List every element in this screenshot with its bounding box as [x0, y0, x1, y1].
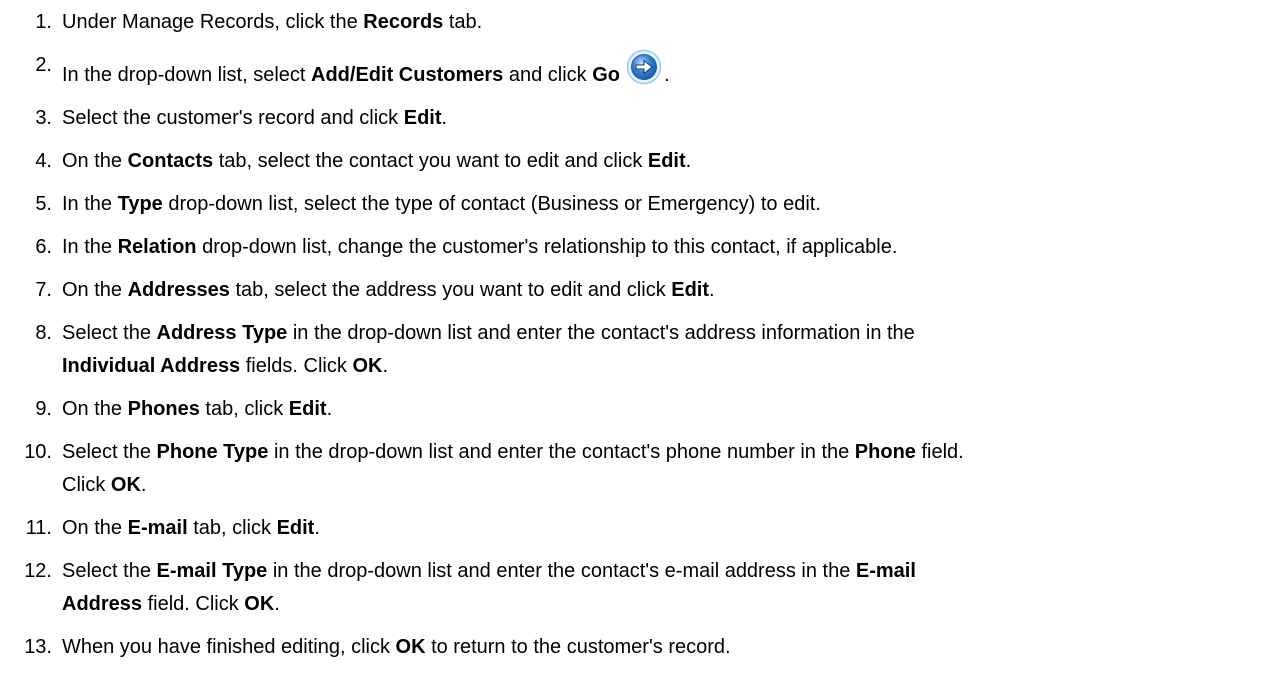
- ui-term: Address Type: [156, 322, 288, 344]
- ui-term: E-mail: [127, 517, 188, 539]
- step-number: 13.: [24, 636, 52, 658]
- step-text: When you have finished editing, click: [62, 636, 396, 658]
- step-number: 7.: [35, 279, 52, 301]
- step-text: Select the: [62, 322, 157, 344]
- step-text: .: [709, 279, 715, 301]
- step-item: 7. On the Addresses tab, select the addre…: [0, 274, 1278, 307]
- ui-term: Individual Address: [62, 355, 241, 377]
- step-line: Individual Address fields. Click OK.: [62, 350, 1278, 383]
- step-number: 10.: [24, 441, 52, 463]
- ui-term: OK: [110, 474, 141, 496]
- step-line: Select the E-mail Type in the drop-down …: [62, 555, 1278, 588]
- step-number: 2.: [35, 54, 52, 76]
- ui-term: Edit: [647, 150, 686, 172]
- ui-term: Add/Edit Customers: [311, 64, 504, 86]
- ui-term: Edit: [671, 279, 710, 301]
- step-text: In the drop-down list, select: [62, 64, 312, 86]
- step-number: 6.: [35, 236, 52, 258]
- step-item: 13. When you have finished editing, click…: [0, 631, 1278, 664]
- ui-term: Records: [363, 11, 444, 33]
- step-text: On the: [62, 150, 128, 172]
- ui-term: Edit: [288, 398, 327, 420]
- step-item: 12. Select the E-mail Type in the drop-do…: [0, 555, 1278, 621]
- step-text: drop-down list, select the type of conta…: [162, 193, 821, 215]
- step-item: 6. In the Relation drop-down list, change…: [0, 231, 1278, 264]
- step-text: .: [326, 398, 333, 420]
- ui-term: Edit: [403, 107, 442, 129]
- step-text: .: [685, 150, 692, 172]
- step-text: .: [663, 64, 670, 86]
- step-item: 3. Select the customer's record and click…: [0, 102, 1278, 135]
- step-number: 8.: [35, 322, 52, 344]
- ui-term: OK: [352, 355, 383, 377]
- ui-term: Phone: [854, 441, 916, 463]
- step-item: 5. In the Type drop-down list, select the…: [0, 188, 1278, 221]
- ui-term: Type: [117, 193, 163, 215]
- step-item: 9. On the Phones tab, click Edit.: [0, 393, 1278, 426]
- step-text: tab, click: [199, 398, 289, 420]
- instruction-steps-list: 1. Under Manage Records, click the Record…: [0, 6, 1278, 674]
- step-text: tab, select the address you want to edit…: [229, 279, 672, 301]
- step-number: 11.: [25, 517, 52, 539]
- step-text: tab, click: [187, 517, 277, 539]
- ui-term: E-mail: [855, 560, 916, 582]
- step-item: 8. Select the Address Type in the drop-do…: [0, 317, 1278, 383]
- step-text: On the: [62, 517, 128, 539]
- step-item: 4. On the Contacts tab, select the contac…: [0, 145, 1278, 178]
- ui-term: Phones: [127, 398, 200, 420]
- step-text: Under Manage Records, click the: [62, 11, 364, 33]
- step-text: tab, select the contact you want to edit…: [213, 150, 648, 172]
- step-number: 9.: [35, 398, 52, 420]
- ui-term: OK: [244, 593, 275, 615]
- ui-term: Relation: [117, 236, 197, 258]
- step-text: and click: [503, 64, 593, 86]
- step-text: Select the: [62, 441, 157, 463]
- step-text: On the: [62, 398, 128, 420]
- step-line: Select the Address Type in the drop-down…: [62, 317, 1278, 350]
- step-text: field.: [915, 441, 964, 463]
- ui-term: Contacts: [127, 150, 214, 172]
- step-line: Click OK.: [62, 469, 1278, 502]
- step-item: 1. Under Manage Records, click the Record…: [0, 6, 1278, 39]
- ui-term: Go: [592, 64, 620, 86]
- step-line: Address field. Click OK.: [62, 588, 1278, 621]
- step-text: Click: [62, 474, 111, 496]
- step-item: 2. In the drop-down list, select Add/Edit…: [0, 49, 1278, 92]
- ui-term: Address: [62, 593, 143, 615]
- step-text: In the: [62, 236, 118, 258]
- step-number: 1.: [35, 11, 52, 33]
- step-text: Select the customer's record and click: [62, 107, 404, 129]
- step-text: .: [140, 474, 147, 496]
- step-number: 4.: [35, 150, 52, 172]
- step-text: .: [441, 107, 448, 129]
- step-text: On the: [62, 279, 128, 301]
- step-line: Select the Phone Type in the drop-down l…: [62, 436, 1278, 469]
- step-number: 5.: [35, 193, 52, 215]
- step-item: 11. On the E-mail tab, click Edit.: [0, 512, 1278, 545]
- step-number: 12.: [24, 560, 52, 582]
- step-text: .: [274, 593, 280, 615]
- step-text: field. Click: [142, 593, 245, 615]
- ui-term: Phone Type: [156, 441, 269, 463]
- step-text: tab.: [443, 11, 483, 33]
- step-item: 10. Select the Phone Type in the drop-dow…: [0, 436, 1278, 502]
- step-text: In the: [62, 193, 118, 215]
- step-number: 3.: [35, 107, 52, 129]
- step-text: in the drop-down list and enter the cont…: [268, 441, 855, 463]
- ui-term: Edit: [276, 517, 315, 539]
- step-text: drop-down list, change the customer's re…: [196, 236, 898, 258]
- ui-term: E-mail Type: [156, 560, 268, 582]
- step-text: .: [382, 355, 388, 377]
- go-arrow-icon[interactable]: [626, 49, 662, 85]
- step-text: in the drop-down list and enter the cont…: [267, 560, 856, 582]
- ui-term: Addresses: [127, 279, 230, 301]
- ui-term: OK: [395, 636, 426, 658]
- step-text: fields. Click: [240, 355, 353, 377]
- step-text: in the drop-down list and enter the cont…: [287, 322, 915, 344]
- step-text: Select the: [62, 560, 157, 582]
- step-text: .: [314, 517, 320, 539]
- step-text: to return to the customer's record.: [425, 636, 731, 658]
